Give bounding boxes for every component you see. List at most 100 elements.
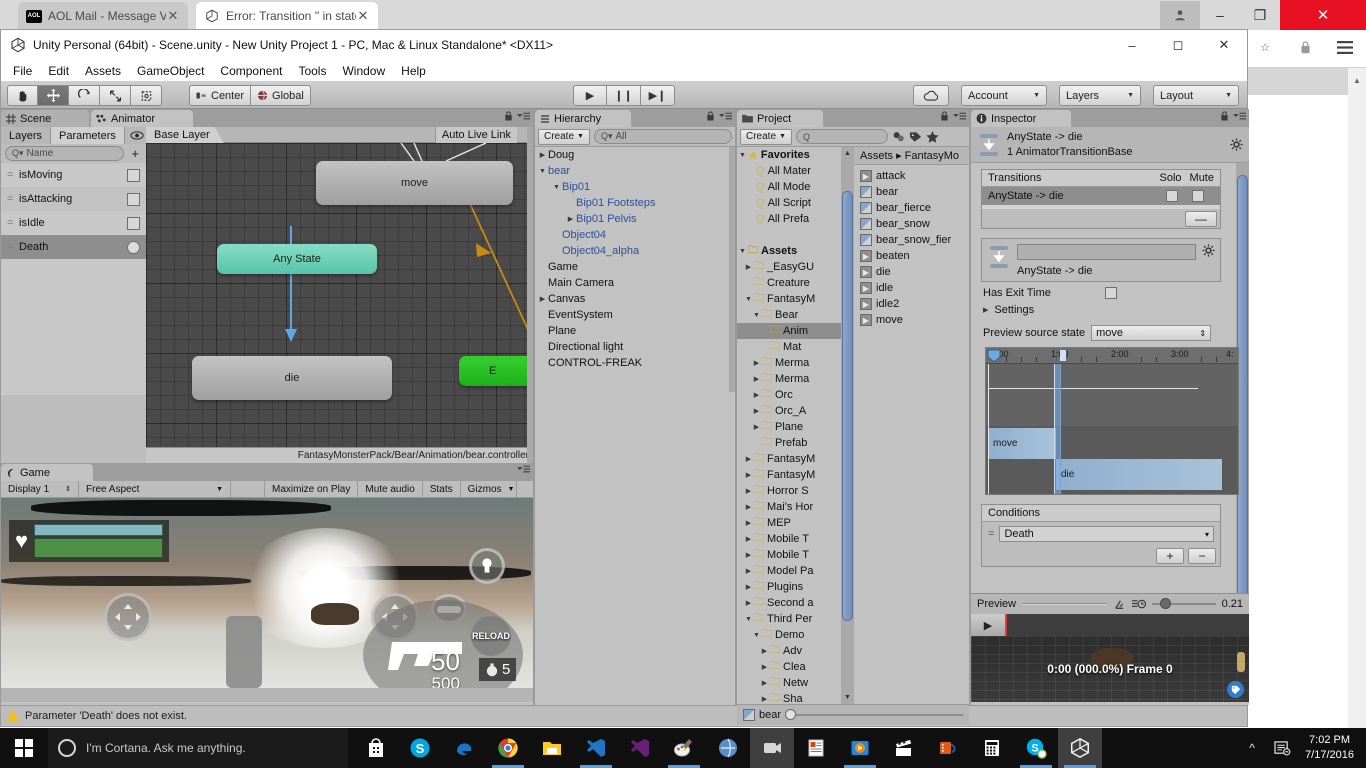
mute-audio-toggle[interactable]: Mute audio: [358, 481, 423, 497]
asset-item-idle2[interactable]: ▶ idle2: [854, 296, 969, 312]
asset-item-bear[interactable]: bear: [854, 184, 969, 200]
chevron-down-icon[interactable]: ▼: [537, 168, 548, 175]
menu-tools[interactable]: Tools: [290, 62, 334, 80]
unity-close-button[interactable]: ✕: [1201, 30, 1247, 60]
project-tree-item-bear[interactable]: ▼ 🗀 Bear: [737, 307, 841, 323]
taskbar-film-editor-button[interactable]: [926, 728, 970, 768]
hierarchy-item-directional-light[interactable]: Directional light: [535, 339, 735, 355]
chevron-right-icon[interactable]: ▶: [759, 695, 770, 703]
tab-scene[interactable]: Scene: [1, 110, 89, 127]
settings-foldout[interactable]: ▶ Settings: [983, 304, 1239, 316]
hierarchy-search-input[interactable]: Q▾ All: [593, 129, 732, 144]
preview-time-marker[interactable]: [1005, 614, 1007, 636]
chevron-right-icon[interactable]: ▶: [537, 151, 548, 159]
chevron-right-icon[interactable]: ▶: [743, 535, 754, 543]
asset-item-attack[interactable]: ▶ attack: [854, 168, 969, 184]
project-tree-item-clean[interactable]: ▶ 🗀 Clea: [737, 659, 841, 675]
project-tree-item-plane[interactable]: ▶ 🗀 Plane: [737, 419, 841, 435]
taskbar-movie-maker-button[interactable]: [882, 728, 926, 768]
browser-maximize-button[interactable]: ❐: [1240, 0, 1280, 30]
project-tree-item-mermaid1[interactable]: ▶ 🗀 Merma: [737, 355, 841, 371]
taskbar-visual-studio-button[interactable]: [574, 728, 618, 768]
lock-icon[interactable]: [1292, 34, 1318, 60]
project-tree-item-animation[interactable]: 🗀 Anim: [737, 323, 841, 339]
hierarchy-create-button[interactable]: Create ▼: [538, 128, 590, 145]
taskbar-skype-classic-button[interactable]: S: [1014, 728, 1058, 768]
solo-checkbox[interactable]: [1166, 190, 1178, 202]
chevron-right-icon[interactable]: ▶: [751, 391, 762, 399]
cortana-search-box[interactable]: I'm Cortana. Ask me anything.: [48, 728, 348, 768]
project-tree-item-orc-a[interactable]: ▶ 🗀 Orc_A: [737, 403, 841, 419]
flashlight-button[interactable]: [469, 548, 505, 584]
grenade-counter[interactable]: 5: [479, 658, 517, 681]
asset-item-bear-snow[interactable]: bear_snow: [854, 216, 969, 232]
browser-tab-unity-error[interactable]: Error: Transition '' in state ✕: [196, 2, 378, 30]
hand-tool-button[interactable]: [7, 85, 38, 106]
animator-node-any-state[interactable]: Any State: [217, 244, 377, 274]
chevron-right-icon[interactable]: ▶: [743, 503, 754, 511]
display-dropdown[interactable]: Display 1 ⇕: [1, 481, 79, 497]
taskbar-word-button[interactable]: [794, 728, 838, 768]
browser-tab-aol-mail[interactable]: AOL AOL Mail - Message View ✕: [18, 2, 188, 30]
project-tree-item-all-materials[interactable]: Q All Mater: [737, 163, 841, 179]
menu-file[interactable]: File: [5, 62, 40, 80]
project-tree-item-materials[interactable]: 🗀 Mat: [737, 339, 841, 355]
taskbar-paint-button[interactable]: [662, 728, 706, 768]
slider-knob[interactable]: [785, 709, 797, 720]
browser-profile-button[interactable]: [1160, 1, 1200, 29]
stats-toggle[interactable]: Stats: [423, 481, 461, 497]
browser-scrollbar[interactable]: [1348, 92, 1366, 728]
asset-item-bear-snow-fierce[interactable]: bear_snow_fier: [854, 232, 969, 248]
menu-assets[interactable]: Assets: [77, 62, 129, 80]
tab-game[interactable]: Game: [1, 464, 93, 481]
chevron-down-icon[interactable]: ▼: [743, 296, 754, 303]
hierarchy-item-canvas[interactable]: ▶ Canvas: [535, 291, 735, 307]
remove-transition-button[interactable]: —: [1185, 210, 1217, 227]
project-tree-item-all-models[interactable]: Q All Mode: [737, 179, 841, 195]
pause-button[interactable]: ❙❙: [607, 85, 641, 106]
menu-gameobject[interactable]: GameObject: [129, 62, 212, 80]
taskbar-edge-button[interactable]: [442, 728, 486, 768]
animator-graph-canvas[interactable]: move Any State die E: [146, 143, 533, 447]
icon-size-slider[interactable]: [785, 709, 963, 720]
parameter-checkbox[interactable]: [127, 216, 140, 230]
project-tree-item-model-pack[interactable]: ▶ 🗀 Model Pa: [737, 563, 841, 579]
drag-handle-icon[interactable]: =: [7, 169, 19, 181]
parameter-checkbox[interactable]: [127, 192, 140, 206]
action-center-button[interactable]: [1267, 728, 1297, 768]
condition-parameter-dropdown[interactable]: Death ▾: [999, 526, 1214, 542]
chevron-down-icon[interactable]: ▼: [737, 248, 748, 255]
scrollbar-thumb[interactable]: [842, 191, 853, 621]
timeline-clip-die[interactable]: die: [1056, 459, 1222, 490]
breadcrumb-base-layer[interactable]: Base Layer: [146, 127, 224, 143]
rotate-tool-button[interactable]: [69, 85, 100, 106]
chevron-down-icon[interactable]: ▼: [751, 312, 762, 319]
parameter-row-isMoving[interactable]: = isMoving: [1, 163, 146, 187]
filter-by-label-icon[interactable]: [909, 131, 922, 143]
project-tree-item-fantasym[interactable]: ▼ 🗀 FantasyM: [737, 291, 841, 307]
taskbar-store-button[interactable]: [354, 728, 398, 768]
animator-node-move[interactable]: move: [316, 161, 513, 205]
browser-scroll-up-button[interactable]: ▲: [1348, 68, 1366, 92]
game-panel-menu[interactable]: [517, 465, 530, 474]
hierarchy-item-control-freak[interactable]: CONTROL-FREAK: [535, 355, 735, 371]
menu-edit[interactable]: Edit: [40, 62, 77, 80]
taskbar-camera-button[interactable]: [750, 728, 794, 768]
parameter-row-isIdle[interactable]: = isIdle: [1, 211, 146, 235]
chevron-right-icon[interactable]: ▶: [983, 306, 988, 314]
project-breadcrumb[interactable]: Assets ▸ FantasyMo: [854, 147, 969, 165]
game-view[interactable]: ♥ RELOAD 50 500 5: [1, 498, 533, 688]
subtab-parameters[interactable]: Parameters: [51, 127, 125, 144]
chevron-right-icon[interactable]: ▶: [743, 519, 754, 527]
clock[interactable]: 7:02 PM 7/17/2016: [1297, 733, 1362, 763]
close-icon[interactable]: ✕: [356, 8, 370, 24]
taskbar-chrome-button[interactable]: [486, 728, 530, 768]
panel-options-icon[interactable]: [517, 465, 530, 474]
rect-tool-button[interactable]: [131, 85, 162, 106]
layout-dropdown[interactable]: Layout ▼: [1153, 85, 1239, 106]
asset-item-idle[interactable]: ▶ idle: [854, 280, 969, 296]
project-tree-item-fantasym2[interactable]: ▶ 🗀 FantasyM: [737, 451, 841, 467]
show-hidden-icons-button[interactable]: ^: [1237, 728, 1267, 768]
hierarchy-item-bip01[interactable]: ▼ Bip01: [535, 179, 735, 195]
chevron-right-icon[interactable]: ▶: [759, 663, 770, 671]
